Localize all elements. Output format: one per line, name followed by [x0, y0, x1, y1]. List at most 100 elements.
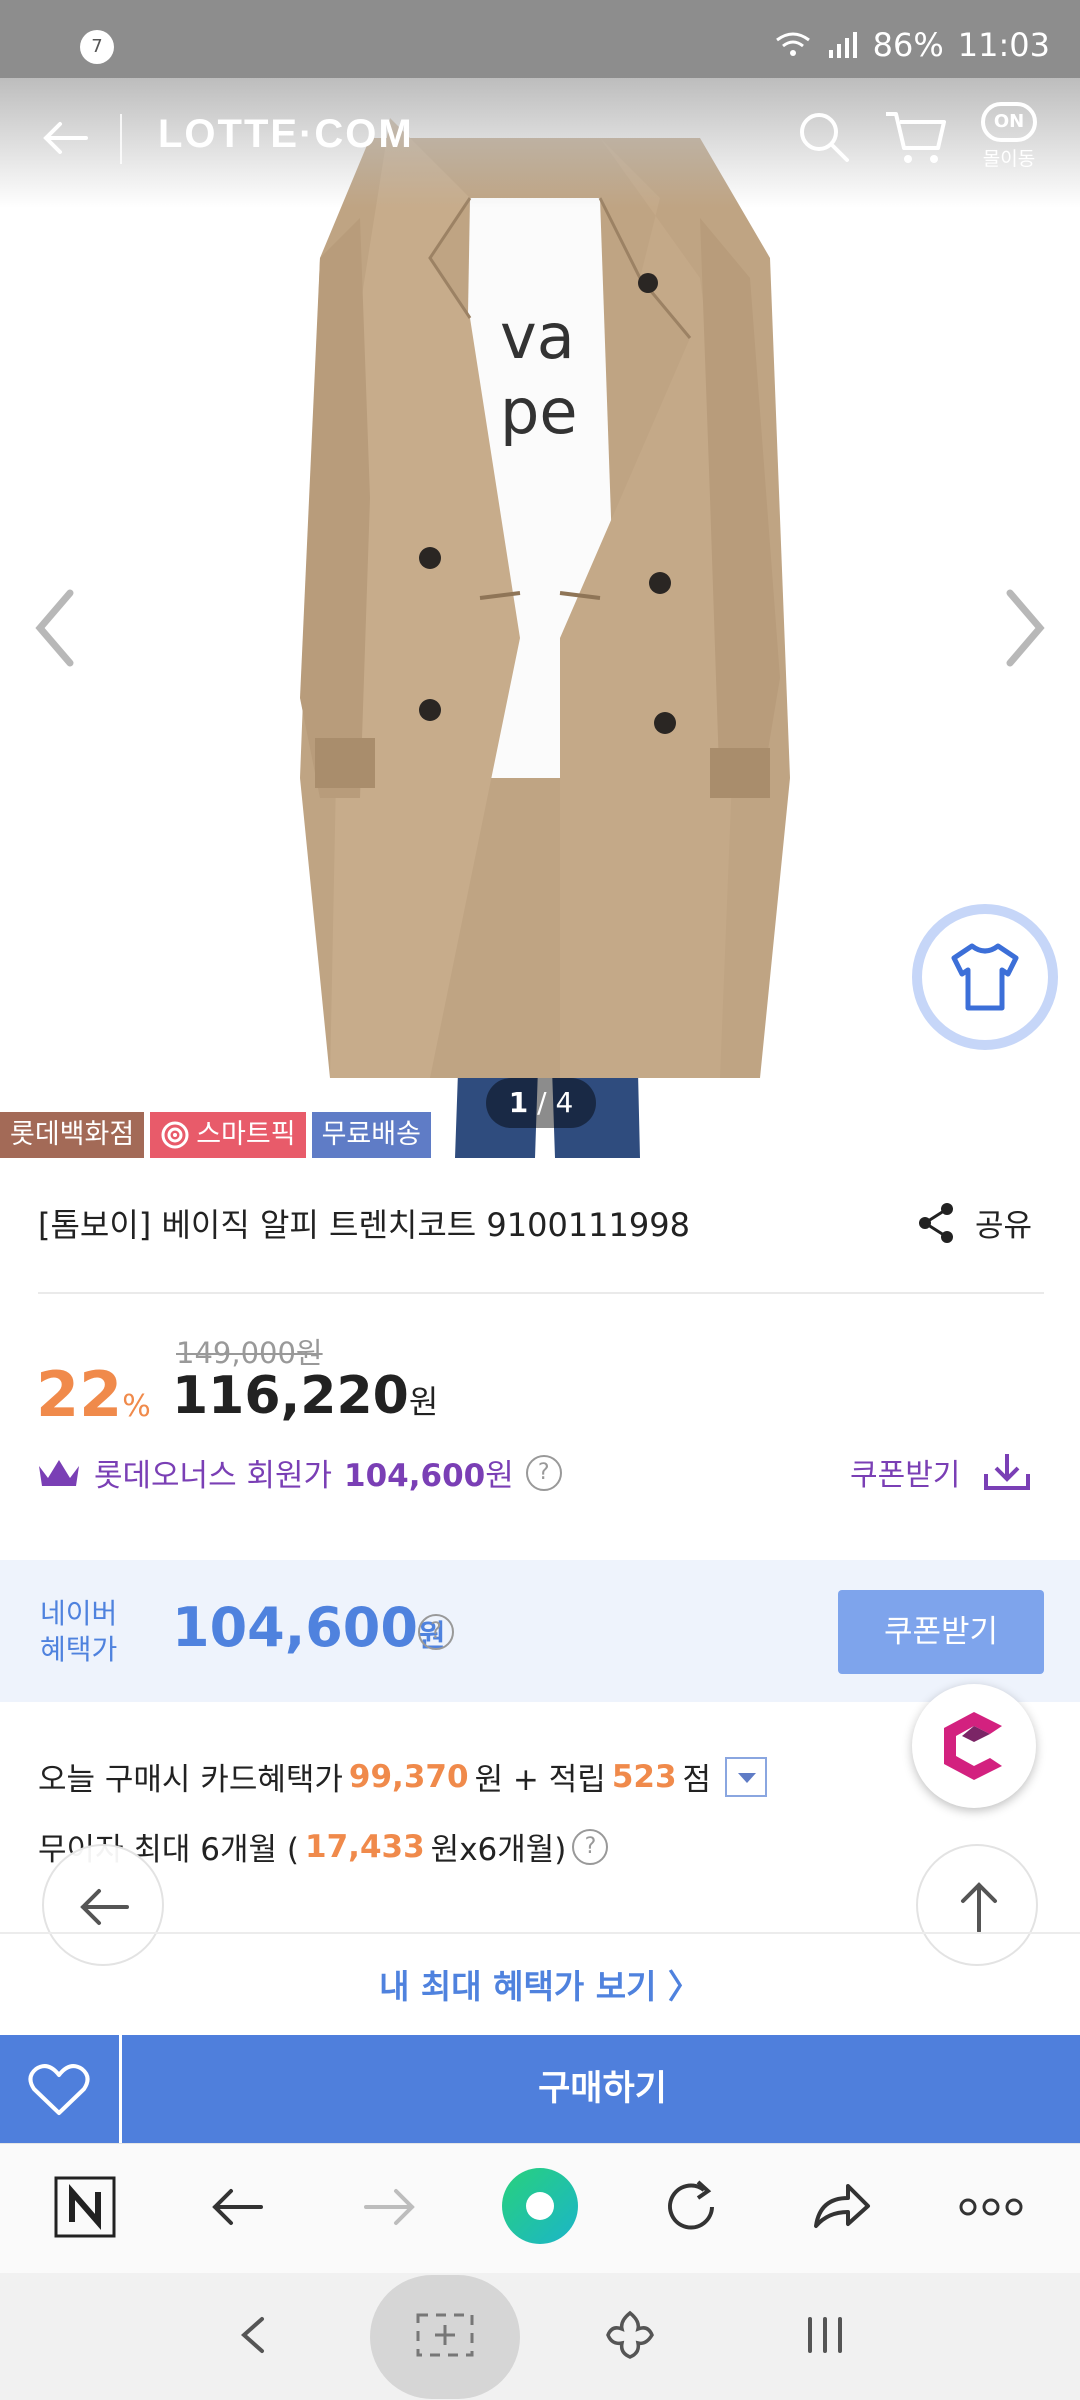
product-tags: 롯데백화점 스마트픽 무료배송	[0, 1112, 437, 1158]
installment-help-icon[interactable]: ?	[572, 1828, 609, 1865]
system-nav-bar	[0, 2273, 1080, 2400]
battery-percent: 86%	[872, 26, 944, 64]
discount-rate: 22%	[36, 1358, 151, 1431]
naver-benefit-price: 104,600원	[172, 1596, 446, 1659]
buy-bar: 구매하기	[0, 2035, 1080, 2143]
green-dot-icon	[502, 2168, 578, 2244]
share-page-button[interactable]	[808, 2174, 878, 2244]
divider	[38, 1292, 1044, 1294]
download-icon	[984, 1454, 1031, 1490]
member-price-help-icon[interactable]: ?	[525, 1454, 562, 1491]
system-home-icon[interactable]	[412, 2305, 478, 2365]
refresh-button[interactable]	[658, 2174, 728, 2244]
browser-forward-button[interactable]	[356, 2174, 426, 2244]
card-benefit-price: 99,370	[348, 1758, 469, 1795]
more-button[interactable]	[956, 2174, 1026, 2244]
coupon-button[interactable]: 쿠폰받기	[838, 1590, 1044, 1674]
forward-icon	[364, 2189, 415, 2225]
member-price: 104,600원	[344, 1450, 514, 1495]
lotte-logo[interactable]: LOTTE·COM	[158, 112, 414, 157]
coupon-download-link[interactable]: 쿠폰받기	[850, 1450, 1032, 1494]
card-benefit-dropdown[interactable]	[725, 1756, 768, 1797]
green-dot-button[interactable]	[500, 2166, 580, 2246]
buy-button[interactable]: 구매하기	[125, 2035, 1080, 2143]
card-benefit-points: 523	[611, 1758, 677, 1795]
floating-back-button[interactable]	[42, 1844, 164, 1966]
browser-toolbar	[0, 2143, 1080, 2273]
more-icon	[959, 2198, 1023, 2216]
shirt-icon	[951, 943, 1019, 1011]
next-image-arrow-icon[interactable]	[1000, 583, 1050, 673]
cart-icon[interactable]	[882, 106, 948, 168]
sale-price-currency: 원	[408, 1383, 439, 1421]
product-title: [톰보이] 베이직 알피 트렌치코트 9100111998	[38, 1206, 690, 1244]
system-back-icon[interactable]	[232, 2305, 272, 2365]
pager-separator: /	[537, 1086, 547, 1119]
search-icon[interactable]	[795, 108, 851, 164]
share-label: 공유	[975, 1208, 1033, 1244]
scroll-top-icon	[961, 1882, 997, 1933]
svg-text:va: va	[500, 300, 575, 373]
pager-total: 4	[555, 1086, 574, 1119]
fitting-button[interactable]	[912, 904, 1058, 1050]
naver-label-line1: 네이버	[40, 1597, 118, 1630]
clock: 11:03	[957, 26, 1050, 64]
mall-switch-button[interactable]: ON 몰이동	[974, 102, 1044, 178]
member-price-currency: 원	[485, 1458, 514, 1494]
naver-home-button[interactable]	[52, 2174, 122, 2244]
svg-text:pe: pe	[500, 375, 578, 448]
bixby-flower-icon[interactable]	[600, 2305, 660, 2365]
refresh-icon	[668, 2180, 714, 2230]
image-pager: 1 / 4	[486, 1078, 596, 1128]
naver-benefit-section: 네이버 혜택가 104,600원 ? 쿠폰받기	[0, 1560, 1080, 1702]
naver-price-value: 104,600	[172, 1596, 418, 1659]
scroll-top-button[interactable]	[916, 1844, 1038, 1966]
free-shipping-tag: 무료배송	[311, 1112, 431, 1158]
card-benefit-prefix: 오늘 구매시 카드혜택가	[38, 1762, 343, 1798]
signal-icon	[828, 32, 857, 58]
mall-switch-label: 몰이동	[982, 148, 1036, 170]
floating-chat-button[interactable]	[912, 1684, 1036, 1808]
share-arrow-icon	[814, 2184, 870, 2228]
naver-n-icon	[54, 2176, 116, 2238]
divider	[0, 1932, 1080, 1934]
header-separator	[120, 114, 122, 164]
member-price-value: 104,600	[344, 1458, 486, 1494]
target-icon	[161, 1121, 189, 1149]
wishlist-button[interactable]	[0, 2035, 122, 2143]
sale-price: 116,220원	[172, 1366, 438, 1426]
max-benefit-link[interactable]: 내 최대 혜택가 보기 〉	[0, 1960, 1080, 2008]
installment-amount: 17,433	[305, 1828, 425, 1865]
notification-badge: 7	[80, 30, 114, 64]
member-price-label: 롯데오너스 회원가	[94, 1458, 333, 1494]
share-button[interactable]: 공유	[915, 1200, 1032, 1245]
naver-help-icon[interactable]: ?	[418, 1614, 454, 1650]
on-badge: ON	[981, 102, 1037, 142]
wifi-icon	[775, 32, 810, 56]
smartpick-tag: 스마트픽	[150, 1112, 306, 1158]
prev-image-arrow-icon[interactable]	[30, 583, 80, 673]
recent-apps-icon[interactable]	[800, 2305, 850, 2365]
naver-benefit-label: 네이버 혜택가	[40, 1596, 117, 1668]
card-benefit-row: 오늘 구매시 카드혜택가 99,370 원 + 적립 523 점	[38, 1754, 768, 1799]
coupon-link-label: 쿠폰받기	[850, 1458, 961, 1493]
member-price-row: 롯데오너스 회원가 104,600원 ?	[36, 1450, 562, 1495]
share-icon	[919, 1202, 953, 1243]
product-image-gallery[interactable]: va pe LOTTE·COM ON 몰이동 롯데백화점 스마트픽 무료배송 1…	[0, 78, 1080, 1158]
sale-price-value: 116,220	[172, 1366, 409, 1426]
installment-suffix: 원x6개월)	[430, 1832, 567, 1868]
dept-store-tag: 롯데백화점	[0, 1112, 145, 1158]
back-arrow-icon[interactable]	[36, 108, 96, 168]
discount-rate-value: 22	[36, 1358, 123, 1431]
smartpick-label: 스마트픽	[196, 1119, 296, 1150]
browser-back-button[interactable]	[205, 2174, 275, 2244]
card-benefit-mid: 원 + 적립	[474, 1762, 606, 1798]
heart-icon	[28, 2064, 90, 2115]
discount-rate-unit: %	[122, 1389, 151, 1424]
pager-current: 1	[508, 1086, 529, 1119]
status-bar: 7 86% 11:03	[0, 0, 1080, 78]
card-benefit-suffix: 점	[682, 1762, 712, 1798]
status-right: 86% 11:03	[773, 26, 1050, 64]
crown-icon	[39, 1459, 79, 1486]
naver-label-line2: 혜택가	[40, 1633, 118, 1666]
